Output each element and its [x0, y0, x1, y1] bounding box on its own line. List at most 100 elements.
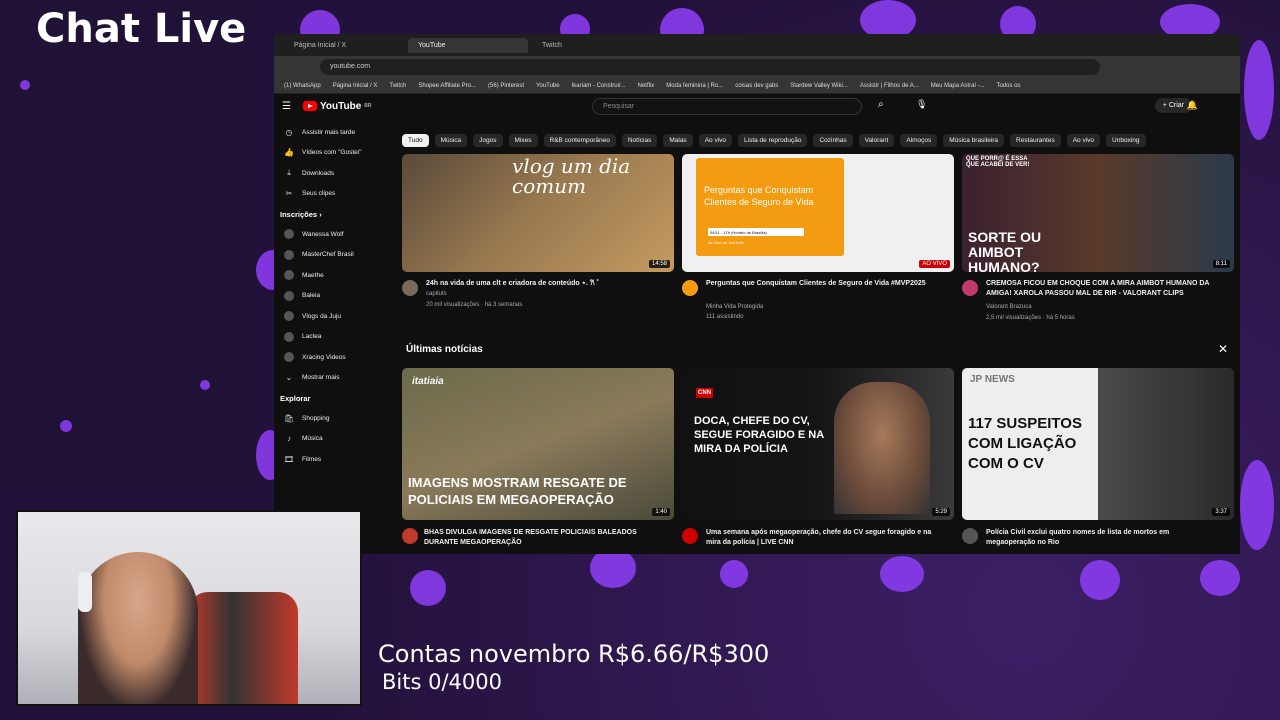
chip[interactable]: Música	[434, 134, 468, 147]
video-title[interactable]: 24h na vida de uma clt e criadora de con…	[426, 279, 656, 289]
sidebar-item-clips[interactable]: ✂ Seus clipes	[274, 184, 384, 205]
video-title[interactable]: Perguntas que Conquistam Clientes de Seg…	[706, 279, 936, 289]
video-thumbnail[interactable]: QUE PORR@ É ESSA QUE ACABEI DE VER! SORT…	[962, 154, 1234, 272]
video-title[interactable]: CREMOSA FICOU EM CHOQUE COM A MIRA AIMBO…	[986, 279, 1236, 299]
avatar	[284, 270, 294, 281]
video-title[interactable]: Uma semana após megaoperação, chefe do C…	[706, 528, 936, 548]
filter-chips: Tudo Música Jogos Mixes R&B contemporâne…	[402, 134, 1146, 147]
bookmark-item[interactable]: Twitch	[389, 83, 406, 89]
bookmark-item[interactable]: Página Inicial / X	[333, 83, 378, 89]
duration-badge: 14:58	[648, 260, 670, 268]
bookmark-item[interactable]: Stardew Valley Wiki...	[790, 83, 848, 89]
chip[interactable]: Restaurantes	[1010, 134, 1061, 147]
channel-name[interactable]: Minha Vida Protegida	[706, 304, 763, 310]
shopping-bag-icon: 🛍	[284, 413, 295, 423]
bookmark-item[interactable]: (56) Pinterest	[488, 83, 524, 89]
chip[interactable]: Ao vivo	[1066, 134, 1101, 147]
sidebar-sub[interactable]: Vlogs da Juju	[274, 306, 384, 327]
sidebar-sub[interactable]: Lactea	[274, 327, 384, 348]
bookmark-item[interactable]: YouTube	[536, 83, 560, 89]
tab-twitch[interactable]: Twitch	[532, 38, 652, 53]
sidebar-item-music[interactable]: ♪ Música	[274, 429, 384, 450]
avatar	[284, 249, 294, 260]
avatar[interactable]	[682, 280, 698, 296]
sidebar-item-shopping[interactable]: 🛍 Shopping	[274, 408, 384, 429]
chip[interactable]: Música brasileira	[943, 134, 1005, 147]
sidebar-sub[interactable]: Wanessa Wolf	[274, 224, 384, 245]
bookmark-item[interactable]: Netflix	[638, 83, 655, 89]
chip[interactable]: Jogos	[473, 134, 503, 147]
chip[interactable]: Malas	[663, 134, 693, 147]
avatar[interactable]	[962, 528, 978, 544]
video-thumbnail[interactable]: vlog um dia comum 14:58	[402, 154, 674, 272]
show-more-button[interactable]: ⌄ Mostrar mais	[274, 368, 384, 389]
sidebar-item-watch-later[interactable]: ◷ Assistir mais tarde	[274, 122, 384, 143]
bookmarks-bar: (1) WhatsApp Página Inicial / X Twitch S…	[274, 78, 1240, 94]
channel-name[interactable]: Valorant Brazuca	[986, 304, 1032, 310]
streamer-silhouette	[78, 552, 198, 704]
sidebar: ◷ Assistir mais tarde 👍 Vídeos com "Gostei…	[274, 122, 384, 554]
close-icon[interactable]: ✕	[1218, 342, 1228, 356]
browser-window: Página Inicial / X YouTube Twitch youtub…	[274, 34, 1240, 554]
channel-name[interactable]: capituts	[426, 291, 447, 297]
tab-x[interactable]: Página Inicial / X	[284, 38, 404, 53]
donation-goal: Contas novembro R$6.66/R$300	[378, 640, 770, 668]
bookmark-item[interactable]: (1) WhatsApp	[284, 83, 321, 89]
mic-icon[interactable]: 🎙	[916, 99, 927, 110]
video-thumbnail[interactable]: JP NEWS 117 SUSPEITOS COM LIGAÇÃO COM O …	[962, 368, 1234, 520]
tab-youtube[interactable]: YouTube	[408, 37, 528, 53]
avatar	[284, 352, 294, 363]
scissors-icon: ✂	[285, 189, 293, 199]
chip[interactable]: Notícias	[621, 134, 658, 147]
bell-icon[interactable]: 🔔	[1187, 100, 1198, 111]
chip[interactable]: Tudo	[402, 134, 429, 147]
sidebar-item-liked[interactable]: 👍 Vídeos com "Gostei"	[274, 143, 384, 164]
clock-icon: ◷	[285, 127, 293, 137]
chip[interactable]: Mixes	[508, 134, 538, 147]
sidebar-sub[interactable]: Xracing Videos	[274, 347, 384, 368]
chip[interactable]: Cozinhas	[813, 134, 853, 147]
chip[interactable]: Almoços	[900, 134, 938, 147]
avatar[interactable]	[962, 280, 978, 296]
avatar[interactable]	[682, 528, 698, 544]
avatar	[284, 229, 294, 240]
video-title[interactable]: BHAS DIVULGA IMAGENS DE RESGATE POLICIAI…	[424, 528, 654, 548]
avatar[interactable]	[402, 528, 418, 544]
sidebar-sub[interactable]: Maethe	[274, 265, 384, 286]
tab-bar: Página Inicial / X YouTube Twitch	[274, 34, 1240, 56]
video-title[interactable]: Polícia Civil exclui quatro nomes de lis…	[986, 528, 1216, 548]
duration-badge: 1:40	[652, 508, 670, 516]
duration-badge: 5:29	[932, 508, 950, 516]
bookmark-item[interactable]: Assistir | Filhos de A...	[860, 83, 919, 89]
youtube-logo[interactable]: YouTube BR	[302, 101, 372, 112]
bookmark-item[interactable]: Meu Mapa Astral -...	[931, 83, 985, 89]
download-icon: ⤓	[287, 168, 291, 178]
avatar	[284, 290, 294, 301]
chip[interactable]: R&B contemporâneo	[543, 134, 616, 147]
sidebar-sub[interactable]: MasterChef Brasil	[274, 245, 384, 266]
sidebar-item-downloads[interactable]: ⤓ Downloads	[274, 163, 384, 184]
bookmark-item[interactable]: Moda feminina | Ro...	[666, 83, 723, 89]
sidebar-sub[interactable]: Baleia	[274, 286, 384, 307]
chip[interactable]: Unboxing	[1106, 134, 1146, 147]
search-input[interactable]: Pesquisar	[592, 98, 862, 115]
bookmark-item[interactable]: Shopee Affiliate Pro...	[418, 83, 476, 89]
bookmark-item[interactable]: coisas dev gabs	[735, 83, 778, 89]
video-thumbnail[interactable]: itatiaia IMAGENS MOSTRAM RESGATE DE POLI…	[402, 368, 674, 520]
avatar	[284, 331, 294, 342]
chat-panel	[0, 0, 252, 492]
bookmark-item[interactable]: Ikariam - Construir...	[572, 83, 626, 89]
sidebar-item-movies[interactable]: 🎞 Filmes	[274, 449, 384, 470]
chat-live-title: Chat Live	[36, 6, 247, 52]
chip[interactable]: Valorant	[858, 134, 895, 147]
url-input[interactable]: youtube.com	[320, 59, 1100, 75]
chip[interactable]: Ao vivo	[698, 134, 733, 147]
chip[interactable]: Lista de reprodução	[738, 134, 808, 147]
search-icon[interactable]: ⌕	[878, 99, 884, 110]
video-thumbnail[interactable]: Perguntas que Conquistam Clientes de Seg…	[682, 154, 954, 272]
avatar[interactable]	[402, 280, 418, 296]
menu-icon[interactable]: ☰	[282, 101, 291, 112]
subscriptions-header[interactable]: Inscrições ›	[274, 204, 384, 224]
bookmark-item[interactable]: Todos os	[996, 83, 1020, 89]
video-thumbnail[interactable]: CNN DOCA, CHEFE DO CV, SEGUE FORAGIDO E …	[682, 368, 954, 520]
